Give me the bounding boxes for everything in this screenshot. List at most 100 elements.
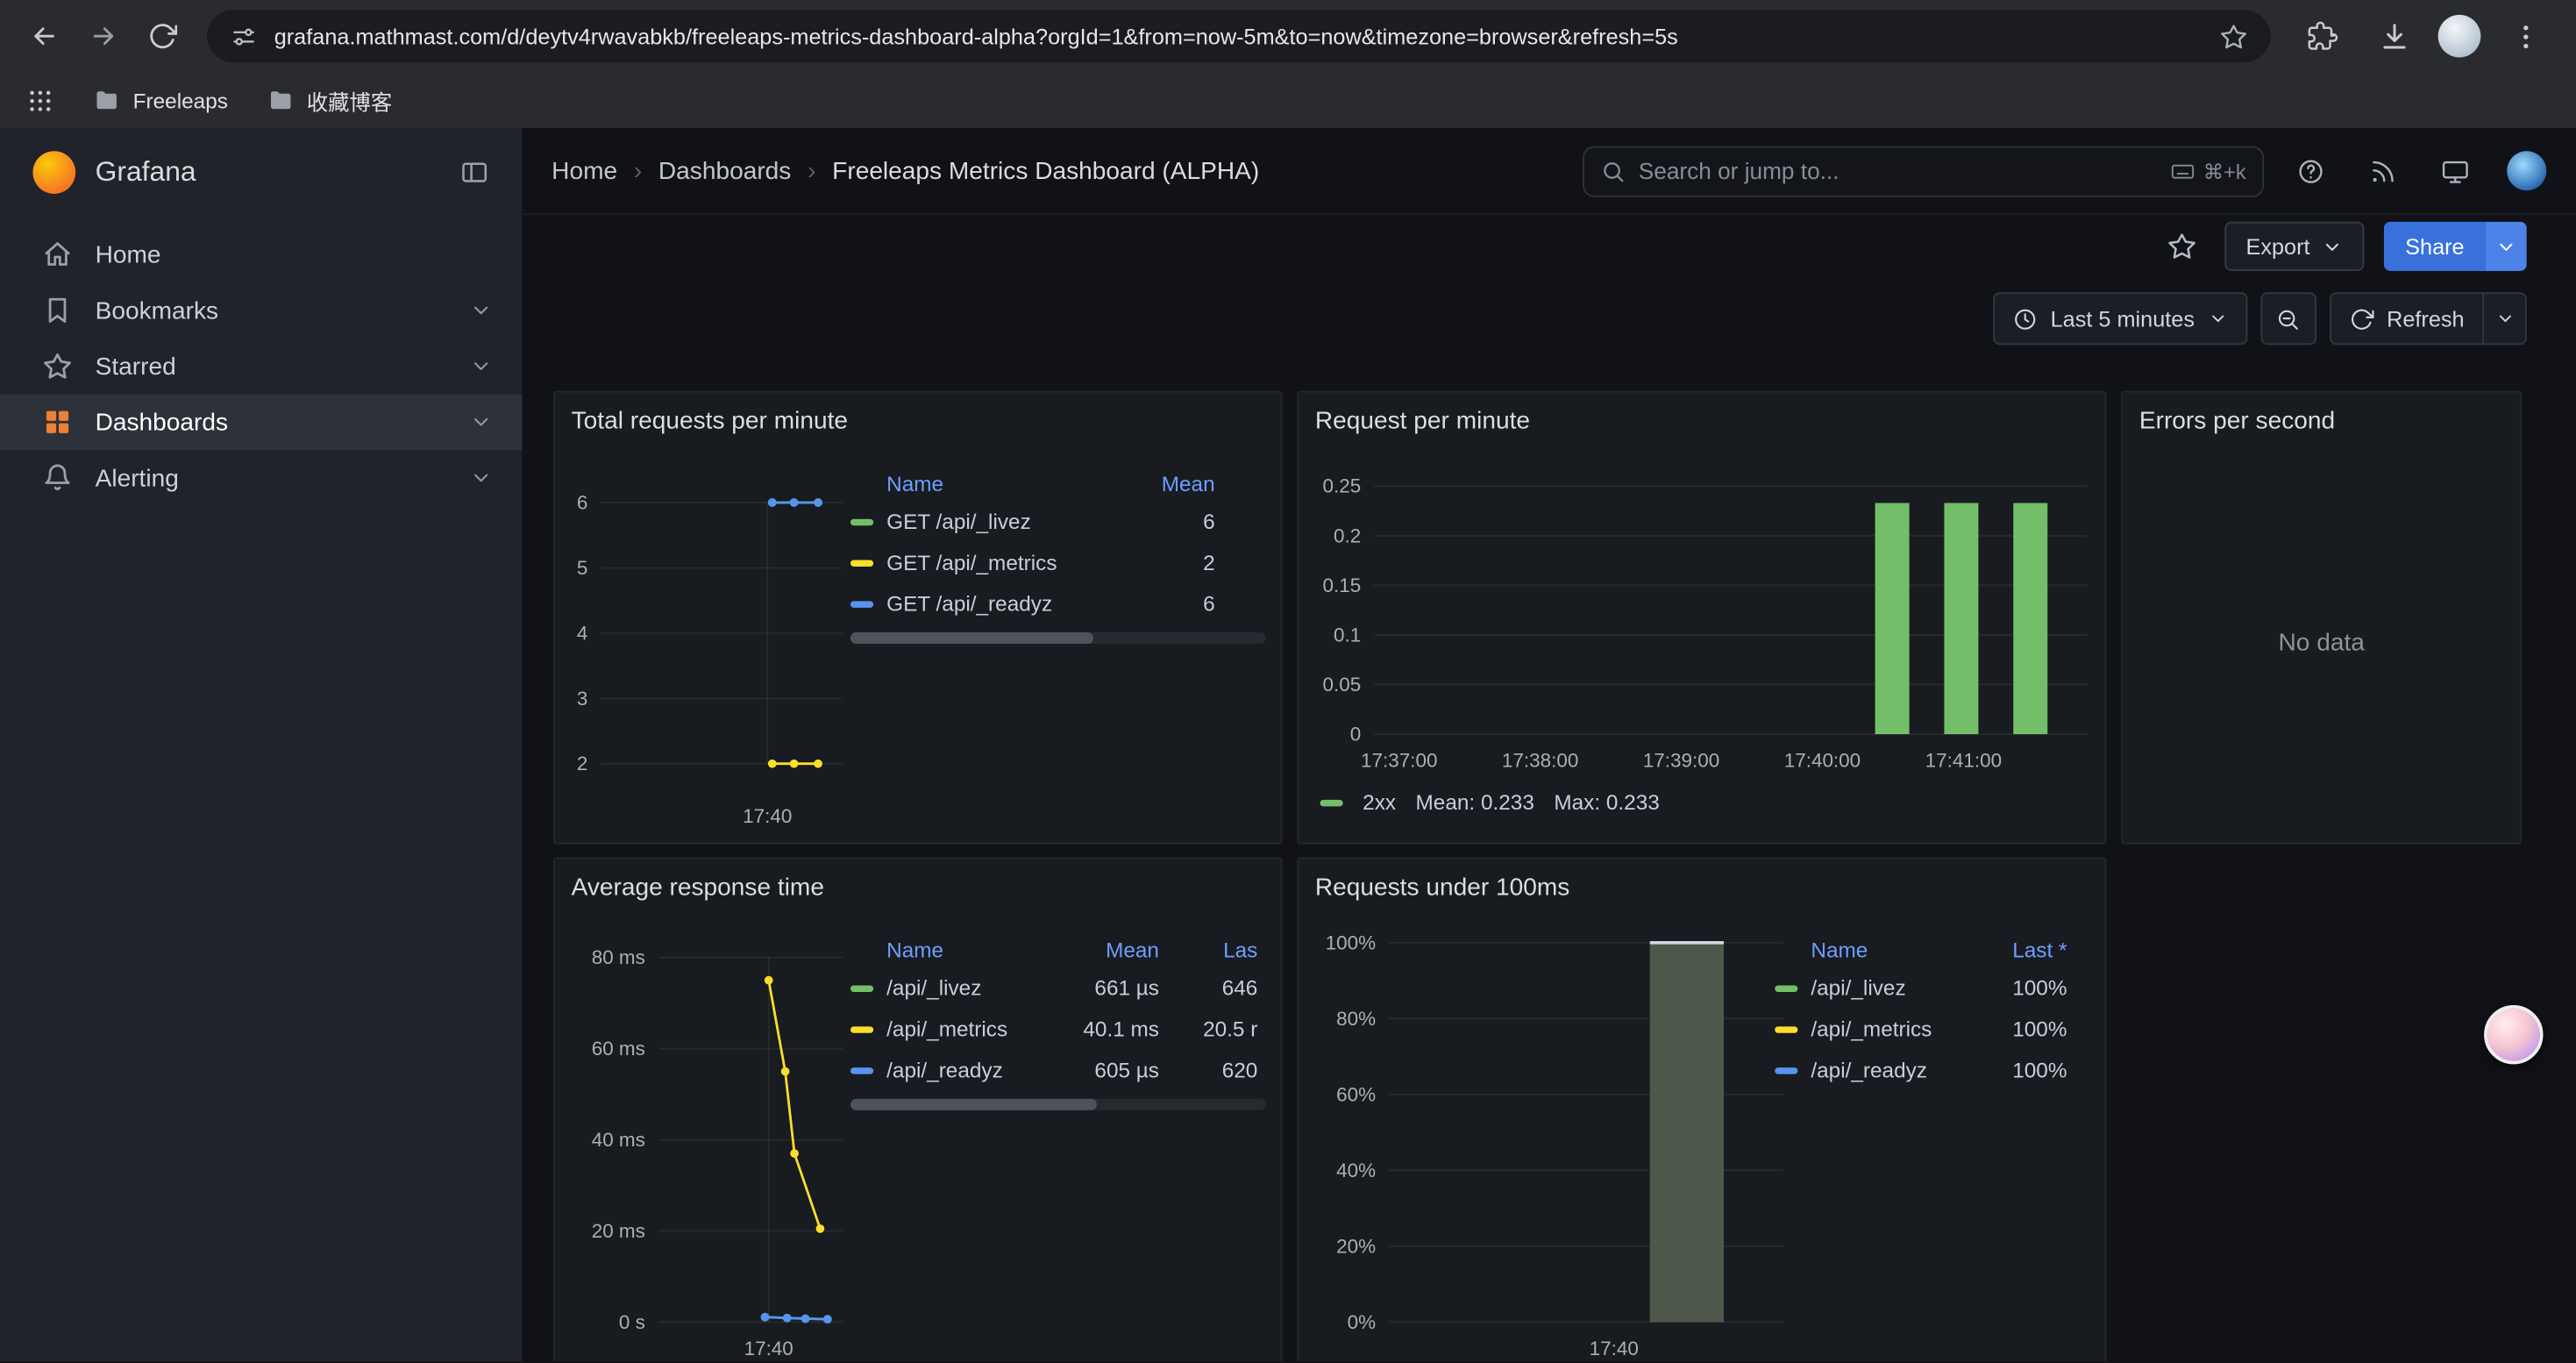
user-avatar[interactable]: [2507, 151, 2546, 190]
chevron-down-icon: [2322, 236, 2343, 257]
scrollbar-thumb[interactable]: [850, 632, 1093, 644]
search-input[interactable]: Search or jump to... ⌘+k: [1583, 146, 2264, 196]
bookmark-folder-freeleaps[interactable]: Freeleaps: [94, 87, 228, 113]
series-color-swatch: [850, 985, 873, 991]
legend[interactable]: 2xx Mean: 0.233 Max: 0.233: [1320, 790, 1659, 815]
chart-canvas[interactable]: 0.250.20.150.10.05017:37:0017:38:0017:39…: [1299, 393, 2108, 846]
legend-item[interactable]: /api/_livez100%: [1775, 967, 2100, 1009]
svg-text:60%: 60%: [1336, 1083, 1376, 1105]
panel-average-response-time: Average response time 80 ms60 ms40 ms20 …: [553, 857, 1282, 1361]
sidebar-item-bookmarks[interactable]: Bookmarks: [0, 282, 522, 339]
search-placeholder: Search or jump to...: [1639, 158, 2158, 184]
legend-scrollbar[interactable]: [850, 632, 1266, 644]
legend-item[interactable]: /api/_readyz605 µs620: [850, 1050, 1266, 1091]
share-button[interactable]: Share: [2384, 222, 2527, 271]
sidebar-nav: Home Bookmarks Starred D: [0, 217, 522, 506]
star-icon: [2167, 232, 2197, 261]
grafana-sidebar: Grafana Home Bookmarks Starred: [0, 128, 522, 1361]
legend-scrollbar[interactable]: [850, 1099, 1266, 1110]
browser-profile-avatar[interactable]: [2438, 15, 2481, 58]
legend-item[interactable]: GET /api/_livez6: [850, 501, 1266, 542]
legend-item[interactable]: GET /api/_metrics2: [850, 542, 1266, 583]
star-icon: [43, 352, 73, 382]
legend-header: NameMean: [850, 465, 1266, 501]
sidebar-item-label: Bookmarks: [96, 296, 218, 325]
series-max: Max: 0.233: [1554, 790, 1659, 815]
browser-toolbar: grafana.mathmast.com/d/deytv4rwavabkb/fr…: [0, 0, 2576, 72]
legend-item[interactable]: /api/_metrics100%: [1775, 1009, 2100, 1050]
brand-title: Grafana: [96, 156, 440, 189]
panel-errors-per-second: Errors per second No data: [2121, 391, 2522, 845]
sidebar-collapse-button[interactable]: [459, 158, 489, 188]
sidebar-item-alerting[interactable]: Alerting: [0, 450, 522, 506]
svg-text:20 ms: 20 ms: [592, 1220, 645, 1242]
breadcrumb-dashboards[interactable]: Dashboards: [658, 157, 791, 185]
series-color-swatch: [1775, 1025, 1797, 1031]
refresh-button[interactable]: Refresh: [2330, 294, 2482, 343]
url-bar[interactable]: grafana.mathmast.com/d/deytv4rwavabkb/fr…: [207, 10, 2271, 62]
display-button[interactable]: [2428, 146, 2480, 196]
zoom-out-icon: [2276, 306, 2301, 331]
extensions-puzzle-icon: [2306, 20, 2338, 52]
panel-request-per-minute: Request per minute 0.250.20.150.10.05017…: [1297, 391, 2106, 845]
breadcrumb-home[interactable]: Home: [551, 157, 617, 185]
help-button[interactable]: [2284, 146, 2337, 196]
legend-item[interactable]: /api/_livez661 µs646: [850, 967, 1266, 1009]
series-color-swatch: [850, 1067, 873, 1073]
share-menu-button[interactable]: [2486, 222, 2527, 271]
url-text: grafana.mathmast.com/d/deytv4rwavabkb/fr…: [274, 24, 2203, 48]
extensions-button[interactable]: [2294, 8, 2350, 64]
downloads-button[interactable]: [2366, 8, 2422, 64]
sidebar-item-label: Starred: [96, 353, 176, 381]
grafana-logo[interactable]: [32, 151, 75, 194]
sidebar-item-dashboards[interactable]: Dashboards: [0, 394, 522, 450]
svg-text:2: 2: [577, 753, 588, 774]
breadcrumb-current: Freeleaps Metrics Dashboard (ALPHA): [832, 157, 1259, 185]
series-color-swatch: [850, 1025, 873, 1031]
apps-grid-icon: [26, 86, 54, 114]
legend-item[interactable]: /api/_metrics40.1 ms20.5 r: [850, 1009, 1266, 1050]
forward-button[interactable]: [75, 8, 132, 64]
browser-menu-button[interactable]: [2497, 8, 2553, 64]
favorite-dashboard-button[interactable]: [2159, 224, 2204, 269]
download-icon: [2378, 20, 2409, 52]
forward-icon: [89, 21, 118, 51]
refresh-label: Refresh: [2387, 306, 2465, 331]
floating-avatar[interactable]: [2484, 1005, 2543, 1064]
back-button[interactable]: [17, 8, 73, 64]
bookmark-star-icon[interactable]: [2220, 22, 2248, 50]
svg-text:0.05: 0.05: [1323, 674, 1362, 696]
grafana-content: Home › Dashboards › Freeleaps Metrics Da…: [522, 128, 2575, 1361]
refresh-interval-button[interactable]: [2482, 294, 2525, 343]
zoom-out-button[interactable]: [2260, 292, 2316, 345]
bell-icon: [43, 463, 73, 493]
no-data-message: No data: [2123, 393, 2520, 843]
refresh-icon: [2349, 306, 2373, 331]
apps-shortcut[interactable]: [26, 86, 54, 114]
bookmark-folder-blogs[interactable]: 收藏博客: [267, 84, 392, 116]
legend-item[interactable]: GET /api/_readyz6: [850, 583, 1266, 624]
svg-text:80%: 80%: [1336, 1008, 1376, 1030]
news-button[interactable]: [2356, 146, 2409, 196]
search-shortcut: ⌘+k: [2170, 159, 2245, 183]
sidebar-item-home[interactable]: Home: [0, 226, 522, 282]
panel-requests-under-100ms: Requests under 100ms 100%80%60%40%20%0%1…: [1297, 857, 2106, 1361]
series-color-swatch: [1320, 799, 1342, 805]
svg-text:0%: 0%: [1348, 1311, 1376, 1333]
sidebar-item-starred[interactable]: Starred: [0, 339, 522, 395]
chevron-down-icon: [470, 410, 493, 433]
export-button[interactable]: Export: [2224, 222, 2364, 271]
legend-item[interactable]: /api/_readyz100%: [1775, 1050, 2100, 1091]
reload-icon: [148, 21, 178, 51]
svg-text:17:40:00: 17:40:00: [1784, 749, 1861, 771]
keyboard-icon: [2170, 159, 2195, 183]
reload-button[interactable]: [135, 8, 191, 64]
svg-text:0 s: 0 s: [619, 1311, 645, 1333]
scrollbar-thumb[interactable]: [850, 1099, 1097, 1110]
svg-text:60 ms: 60 ms: [592, 1038, 645, 1060]
share-label[interactable]: Share: [2384, 222, 2486, 271]
series-color-swatch: [850, 600, 873, 606]
time-range-picker[interactable]: Last 5 minutes: [1993, 292, 2247, 345]
legend-table: NameMeanGET /api/_livez6GET /api/_metric…: [850, 465, 1266, 624]
chevron-down-icon: [470, 354, 493, 377]
